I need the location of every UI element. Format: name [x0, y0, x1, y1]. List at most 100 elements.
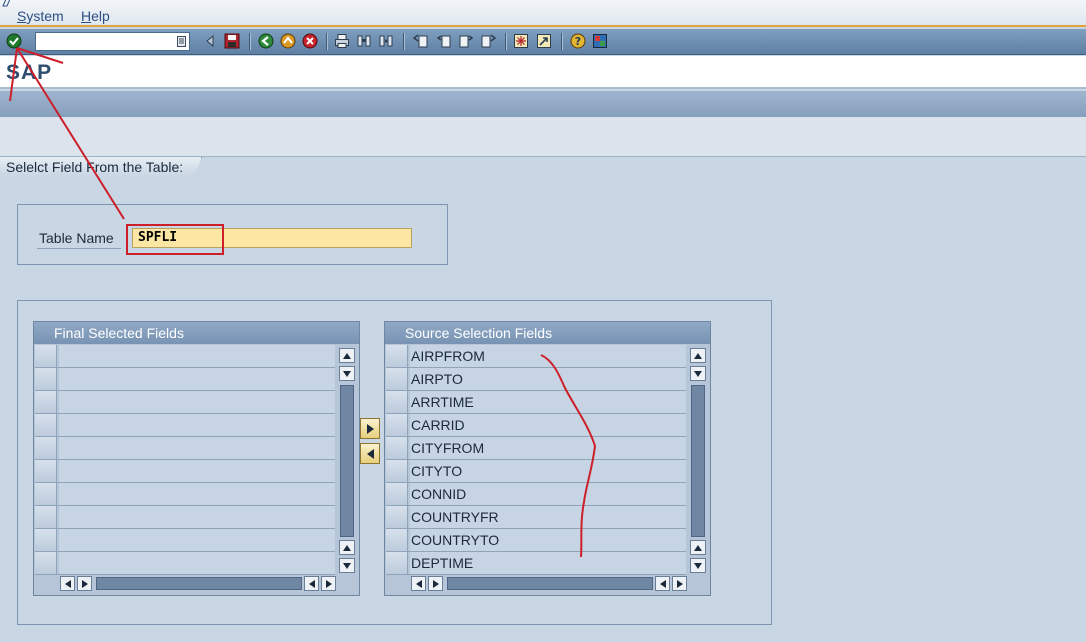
table-row[interactable]: DEPTIME	[386, 552, 686, 575]
table-row[interactable]: CONNID	[386, 483, 686, 506]
row-selector[interactable]	[35, 506, 57, 528]
row-selector[interactable]	[35, 460, 57, 482]
move-left-button[interactable]	[360, 443, 380, 464]
table-row[interactable]	[35, 483, 335, 506]
table-row[interactable]: COUNTRYTO	[386, 529, 686, 552]
row-selector[interactable]	[386, 529, 408, 551]
find-button[interactable]	[355, 32, 373, 50]
scroll-left-button[interactable]	[60, 576, 75, 591]
table-row[interactable]	[35, 391, 335, 414]
row-selector[interactable]	[386, 437, 408, 459]
table-row[interactable]: AIRPFROM	[386, 345, 686, 368]
field-name-cell[interactable]: AIRPTO	[410, 368, 686, 390]
row-selector[interactable]	[35, 391, 57, 413]
table-row[interactable]: CITYTO	[386, 460, 686, 483]
enter-button[interactable]	[5, 32, 23, 50]
help-button[interactable]: ?	[569, 32, 587, 50]
scroll-left-button[interactable]	[411, 576, 426, 591]
menu-system[interactable]: System	[17, 8, 64, 24]
table-row[interactable]: ARRTIME	[386, 391, 686, 414]
row-selector[interactable]	[35, 552, 57, 574]
field-name-cell[interactable]: DEPTIME	[410, 552, 686, 574]
row-selector[interactable]	[386, 345, 408, 367]
last-page-button[interactable]	[479, 32, 497, 50]
scroll-up-button[interactable]	[690, 348, 706, 363]
row-selector[interactable]	[386, 552, 408, 574]
row-selector[interactable]	[386, 414, 408, 436]
exit-button[interactable]	[279, 32, 297, 50]
command-field[interactable]	[35, 32, 190, 51]
scroll-down-button[interactable]	[339, 366, 355, 381]
table-row[interactable]	[35, 414, 335, 437]
field-name-cell[interactable]	[59, 460, 335, 482]
table-row[interactable]	[35, 506, 335, 529]
table-row[interactable]: CARRID	[386, 414, 686, 437]
scroll-up-button[interactable]	[339, 348, 355, 363]
row-selector[interactable]	[386, 506, 408, 528]
table-row[interactable]	[35, 345, 335, 368]
row-selector[interactable]	[386, 368, 408, 390]
move-right-button[interactable]	[360, 418, 380, 439]
save-button[interactable]	[223, 32, 241, 50]
scroll-track[interactable]	[340, 385, 354, 537]
previous-page-button[interactable]	[435, 32, 453, 50]
field-name-cell[interactable]	[59, 414, 335, 436]
scroll-down-button[interactable]	[690, 366, 706, 381]
row-selector[interactable]	[35, 414, 57, 436]
new-session-button[interactable]	[512, 32, 530, 50]
field-name-cell[interactable]: CITYTO	[410, 460, 686, 482]
table-row[interactable]: AIRPTO	[386, 368, 686, 391]
table-row[interactable]: COUNTRYFR	[386, 506, 686, 529]
scroll-right-button[interactable]	[428, 576, 443, 591]
first-page-button[interactable]	[412, 32, 430, 50]
back-triangle-button[interactable]	[201, 32, 219, 50]
field-name-cell[interactable]: CITYFROM	[410, 437, 686, 459]
field-name-cell[interactable]: COUNTRYTO	[410, 529, 686, 551]
table-row[interactable]	[35, 437, 335, 460]
row-selector[interactable]	[35, 345, 57, 367]
cancel-button[interactable]	[301, 32, 319, 50]
shortcut-button[interactable]	[535, 32, 553, 50]
row-selector[interactable]	[35, 437, 57, 459]
row-selector[interactable]	[35, 529, 57, 551]
scroll-right-button[interactable]	[672, 576, 687, 591]
scroll-up-button[interactable]	[339, 540, 355, 555]
field-name-cell[interactable]: ARRTIME	[410, 391, 686, 413]
back-button[interactable]	[257, 32, 275, 50]
table-row[interactable]	[35, 529, 335, 552]
scroll-left-button[interactable]	[304, 576, 319, 591]
vertical-scrollbar[interactable]	[339, 346, 355, 573]
field-name-cell[interactable]	[59, 368, 335, 390]
command-dropdown-button[interactable]	[176, 35, 187, 48]
table-row[interactable]	[35, 460, 335, 483]
table-row[interactable]	[35, 368, 335, 391]
layout-button[interactable]	[591, 32, 609, 50]
find-next-button[interactable]	[377, 32, 395, 50]
field-name-cell[interactable]: AIRPFROM	[410, 345, 686, 367]
scroll-up-button[interactable]	[690, 540, 706, 555]
vertical-scrollbar[interactable]	[690, 346, 706, 573]
field-name-cell[interactable]	[59, 483, 335, 505]
field-name-cell[interactable]	[59, 345, 335, 367]
table-row[interactable]	[35, 552, 335, 575]
menu-help[interactable]: Help	[81, 8, 110, 24]
field-name-cell[interactable]: CARRID	[410, 414, 686, 436]
field-name-cell[interactable]	[59, 529, 335, 551]
row-selector[interactable]	[386, 483, 408, 505]
field-name-cell[interactable]	[59, 437, 335, 459]
field-name-cell[interactable]	[59, 391, 335, 413]
scroll-right-button[interactable]	[77, 576, 92, 591]
scroll-down-button[interactable]	[690, 558, 706, 573]
print-button[interactable]	[333, 32, 351, 50]
table-row[interactable]: CITYFROM	[386, 437, 686, 460]
row-selector[interactable]	[35, 483, 57, 505]
horizontal-scrollbar[interactable]	[411, 576, 691, 591]
scroll-track[interactable]	[447, 577, 653, 590]
scroll-left-button[interactable]	[655, 576, 670, 591]
next-page-button[interactable]	[457, 32, 475, 50]
scroll-track[interactable]	[96, 577, 302, 590]
scroll-track[interactable]	[691, 385, 705, 537]
scroll-down-button[interactable]	[339, 558, 355, 573]
table-name-input[interactable]: SPFLI	[132, 228, 412, 248]
field-name-cell[interactable]: CONNID	[410, 483, 686, 505]
